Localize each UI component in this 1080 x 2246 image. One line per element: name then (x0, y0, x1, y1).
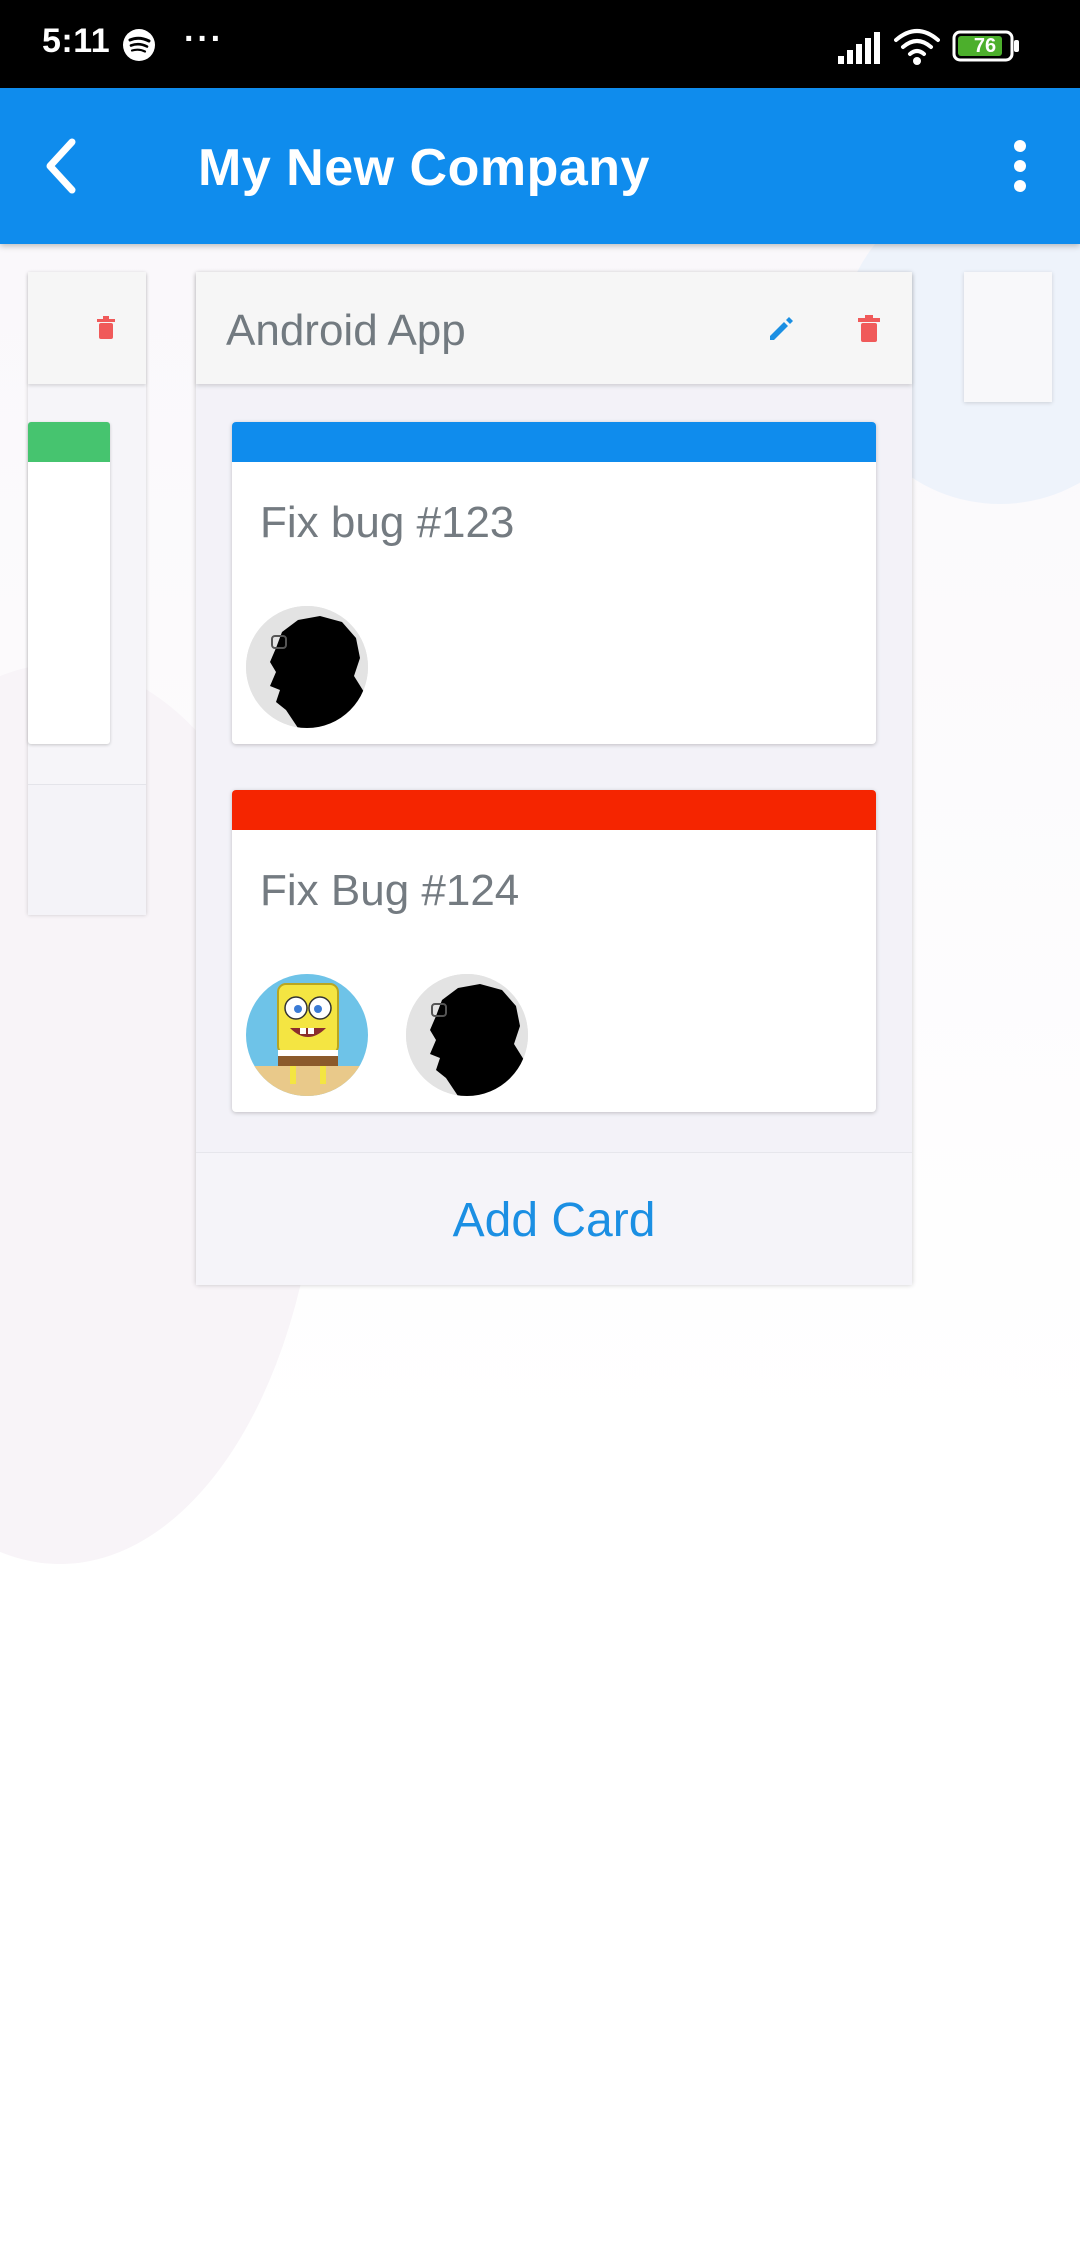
status-time: 5:11 (42, 22, 111, 60)
add-card-button[interactable]: Add Card (196, 1152, 912, 1285)
add-card-label: Add Card (452, 1194, 656, 1247)
signal-icon (838, 32, 880, 64)
avatar[interactable] (246, 974, 368, 1096)
card-label-bar (232, 790, 876, 830)
back-arrow-icon[interactable] (28, 132, 96, 200)
battery-level: 76 (973, 35, 997, 57)
list-header: Android App (196, 272, 912, 384)
card-label-bar (28, 422, 110, 462)
delete-icon[interactable] (852, 312, 886, 346)
spotify-icon (123, 29, 155, 61)
card-title: Fix bug #123 (260, 498, 515, 547)
task-card[interactable] (28, 422, 110, 744)
wifi-icon (894, 29, 940, 65)
delete-icon[interactable] (92, 314, 120, 342)
avatar[interactable] (406, 974, 528, 1096)
list-title: Android App (226, 306, 466, 355)
avatar[interactable] (246, 606, 368, 728)
notification-more-indicator: ··· (184, 20, 224, 58)
list-header (28, 272, 146, 384)
app-bar: My New Company (0, 88, 1080, 244)
cartoon-avatar-icon (246, 974, 368, 1096)
task-card[interactable]: Fix bug #123 (232, 422, 876, 744)
add-card-button[interactable] (28, 784, 146, 915)
silhouette-avatar-icon (246, 606, 368, 728)
board-list-android-app: Android App Fix bug #123 Fix Bug #124 Ad… (196, 272, 912, 1285)
silhouette-avatar-icon (406, 974, 528, 1096)
edit-icon[interactable] (764, 312, 798, 346)
overflow-menu-icon[interactable] (1000, 132, 1040, 200)
task-card[interactable]: Fix Bug #124 (232, 790, 876, 1112)
status-bar: 5:11 ··· 76 (0, 0, 1080, 88)
card-label-bar (232, 422, 876, 462)
page-title: My New Company (198, 139, 650, 197)
board-list-next[interactable] (964, 272, 1052, 402)
card-title: Fix Bug #124 (260, 866, 520, 915)
board-list-previous[interactable] (28, 272, 146, 915)
